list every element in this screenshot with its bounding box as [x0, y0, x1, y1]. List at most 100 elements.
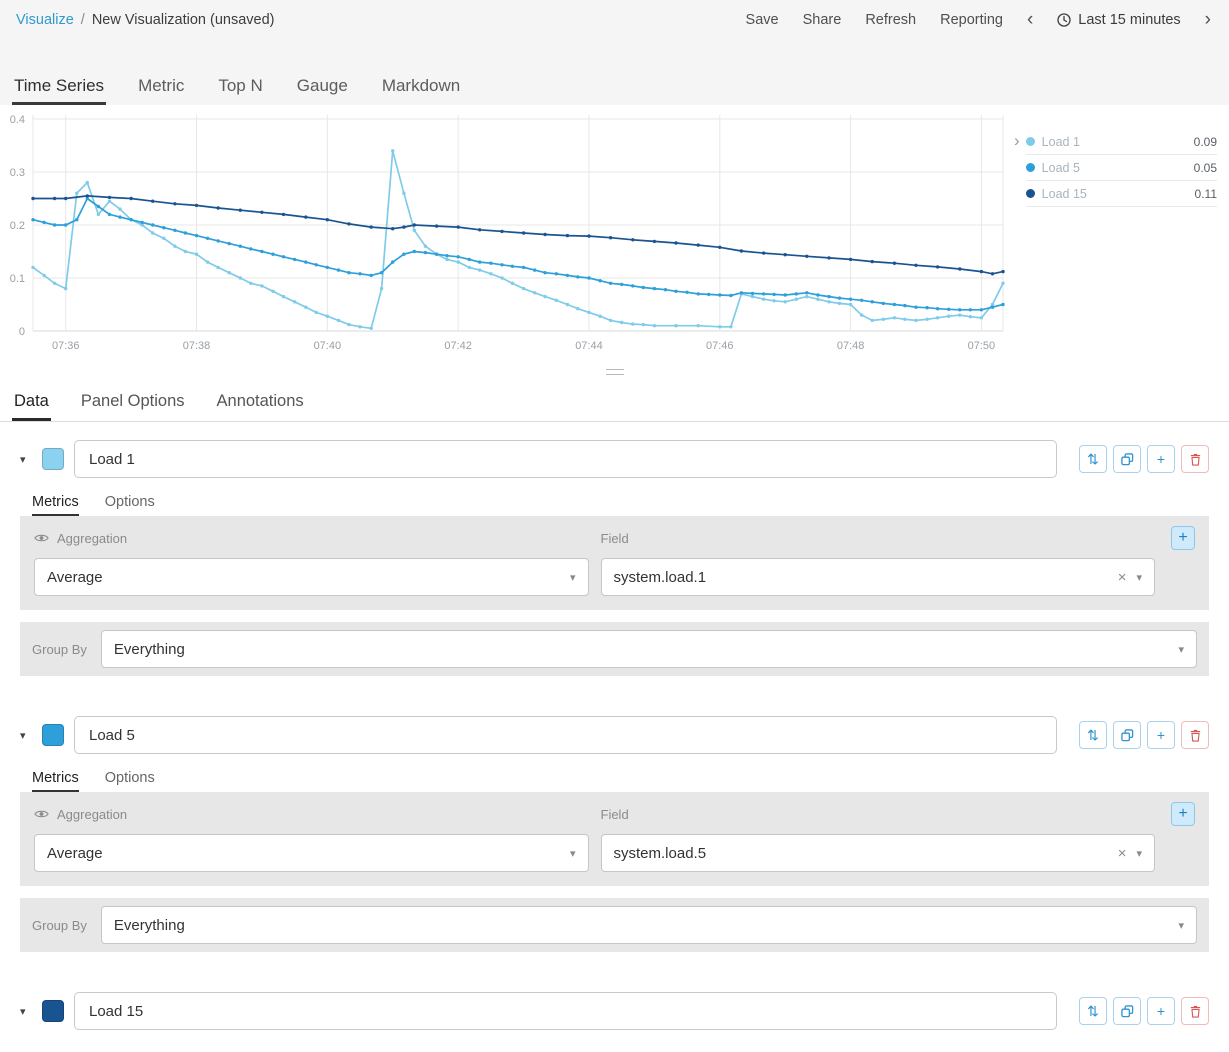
legend-label: Load 15	[1042, 187, 1087, 201]
svg-text:0.2: 0.2	[10, 220, 25, 232]
legend-item[interactable]: Load 15 0.11	[1026, 181, 1217, 207]
clock-icon	[1057, 13, 1071, 27]
collapse-caret-icon[interactable]: ▾	[20, 1005, 32, 1018]
series-delete-button[interactable]	[1181, 721, 1209, 749]
svg-text:0: 0	[19, 326, 25, 338]
tab-top-n[interactable]: Top N	[216, 76, 264, 105]
series-actions: ⇅ +	[1079, 445, 1209, 473]
series-clone-button[interactable]	[1113, 445, 1141, 473]
legend-column: › Load 1 0.09 Load 5 0.05 Load 15 0.11	[1010, 109, 1229, 364]
svg-text:07:42: 07:42	[444, 340, 472, 352]
panel-resize-strip	[0, 364, 1229, 380]
clear-field-icon[interactable]: ×	[1118, 569, 1137, 586]
subtab-options[interactable]: Options	[105, 494, 155, 516]
collapse-caret-icon[interactable]: ▾	[20, 729, 32, 742]
series-color-swatch[interactable]	[42, 448, 64, 470]
timepicker-button[interactable]: Last 15 minutes	[1057, 12, 1180, 28]
timepicker-label: Last 15 minutes	[1078, 12, 1180, 28]
reporting-button[interactable]: Reporting	[940, 12, 1003, 28]
series-header: ▾ ⇅ +	[20, 716, 1209, 754]
series-delete-button[interactable]	[1181, 997, 1209, 1025]
tab-markdown[interactable]: Markdown	[380, 76, 462, 105]
top-nav: Visualize / New Visualization (unsaved) …	[0, 0, 1229, 60]
series-actions: ⇅ +	[1079, 721, 1209, 749]
timeseries-chart[interactable]: 00.10.20.30.407:3607:3807:4007:4207:4407…	[0, 109, 1010, 364]
series-color-swatch[interactable]	[42, 1000, 64, 1022]
legend-item[interactable]: Load 5 0.05	[1026, 155, 1217, 181]
svg-text:07:36: 07:36	[52, 340, 80, 352]
subtab-metrics[interactable]: Metrics	[32, 770, 79, 792]
chevron-down-icon: ▾	[570, 847, 576, 860]
series-color-swatch[interactable]	[42, 724, 64, 746]
tab-annotations[interactable]: Annotations	[215, 380, 306, 421]
series-block-load-5: ▾ ⇅ + Metrics Options Aggregation Field …	[0, 698, 1229, 974]
series-label-input[interactable]	[74, 716, 1057, 754]
aggregation-select[interactable]: Average ▾	[34, 834, 589, 872]
chevron-down-icon: ▾	[570, 571, 576, 584]
group-by-value: Everything	[114, 641, 185, 658]
chevron-down-icon: ▾	[1178, 643, 1184, 656]
aggregation-value: Average	[47, 845, 103, 862]
field-label: Field	[601, 807, 629, 822]
group-by-select[interactable]: Everything ▾	[101, 630, 1197, 668]
collapse-caret-icon[interactable]: ▾	[20, 453, 32, 466]
series-delete-button[interactable]	[1181, 445, 1209, 473]
legend-toggle-icon[interactable]: ›	[1010, 129, 1026, 151]
svg-text:0.4: 0.4	[10, 114, 25, 126]
aggregation-value: Average	[47, 569, 103, 586]
field-value: system.load.1	[614, 569, 707, 586]
field-select[interactable]: system.load.1 × ▾	[601, 558, 1156, 596]
subtab-metrics[interactable]: Metrics	[32, 494, 79, 516]
legend-value: 0.05	[1194, 161, 1217, 175]
chevron-down-icon: ▾	[1178, 919, 1184, 932]
eye-icon[interactable]	[34, 533, 49, 543]
clone-icon	[1121, 453, 1134, 466]
clear-field-icon[interactable]: ×	[1118, 845, 1137, 862]
breadcrumb-visualize-link[interactable]: Visualize	[16, 12, 74, 28]
refresh-button[interactable]: Refresh	[865, 12, 916, 28]
share-button[interactable]: Share	[803, 12, 842, 28]
aggregation-select[interactable]: Average ▾	[34, 558, 589, 596]
subtab-options[interactable]: Options	[105, 770, 155, 792]
series-add-button[interactable]: +	[1147, 721, 1175, 749]
series-color-dot	[1026, 137, 1035, 146]
series-label-input[interactable]	[74, 992, 1057, 1030]
field-label: Field	[601, 531, 629, 546]
legend-label: Load 1	[1042, 135, 1080, 149]
series-sort-button[interactable]: ⇅	[1079, 721, 1107, 749]
aggregation-label: Aggregation	[57, 531, 127, 546]
time-back-chevron[interactable]: ‹	[1027, 13, 1033, 27]
chevron-down-icon: ▾	[1136, 571, 1142, 584]
series-sort-button[interactable]: ⇅	[1079, 997, 1107, 1025]
series-add-button[interactable]: +	[1147, 997, 1175, 1025]
tab-time-series[interactable]: Time Series	[12, 76, 106, 105]
group-by-value: Everything	[114, 917, 185, 934]
series-subtabs: Metrics Options	[32, 494, 1209, 516]
svg-text:07:40: 07:40	[314, 340, 342, 352]
group-by-label: Group By	[32, 918, 87, 933]
series-add-button[interactable]: +	[1147, 445, 1175, 473]
legend-item[interactable]: Load 1 0.09	[1026, 129, 1217, 155]
chart-section: 00.10.20.30.407:3607:3807:4007:4207:4407…	[0, 105, 1229, 364]
field-select[interactable]: system.load.5 × ▾	[601, 834, 1156, 872]
tab-panel-options[interactable]: Panel Options	[79, 380, 187, 421]
add-metric-button[interactable]: +	[1171, 526, 1195, 550]
time-forward-chevron[interactable]: ›	[1205, 13, 1211, 27]
tab-gauge[interactable]: Gauge	[295, 76, 350, 105]
tab-metric[interactable]: Metric	[136, 76, 186, 105]
series-sort-button[interactable]: ⇅	[1079, 445, 1107, 473]
svg-text:0.1: 0.1	[10, 273, 25, 285]
editor-tabs: Data Panel Options Annotations	[0, 380, 1229, 422]
breadcrumb-current: New Visualization (unsaved)	[92, 12, 275, 28]
series-label-input[interactable]	[74, 440, 1057, 478]
add-metric-button[interactable]: +	[1171, 802, 1195, 826]
group-by-select[interactable]: Everything ▾	[101, 906, 1197, 944]
series-clone-button[interactable]	[1113, 721, 1141, 749]
panel-resize-handle[interactable]	[606, 369, 624, 375]
eye-icon[interactable]	[34, 809, 49, 819]
svg-text:07:38: 07:38	[183, 340, 211, 352]
series-clone-button[interactable]	[1113, 997, 1141, 1025]
tab-data[interactable]: Data	[12, 380, 51, 421]
save-button[interactable]: Save	[746, 12, 779, 28]
group-by-label: Group By	[32, 642, 87, 657]
